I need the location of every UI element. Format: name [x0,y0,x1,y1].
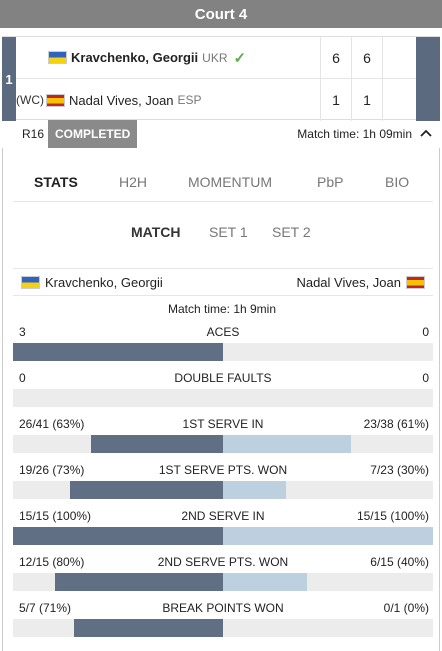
stat-bar-right [223,527,433,545]
stat-bar-left [91,435,223,453]
match-number: 1 [2,37,16,121]
player-row-2: (WC) Nadal Vives, Joan ESP 1 1 [16,79,440,121]
stat-bar-left [13,343,223,361]
ukraine-flag-icon [48,51,67,64]
stat-bar-right [223,481,286,499]
stat-bar-track [13,389,433,407]
set-score-empty [382,79,416,121]
stat-bar-track [13,343,433,361]
score-card[interactable]: 1 Kravchenko, Georgii UKR ✓ 6 6 (WC) Nad… [2,36,440,121]
ukraine-flag-icon [21,275,40,289]
stat-bar-track [13,435,433,453]
stat-bar-track [13,527,433,545]
player-name[interactable]: Kravchenko, Georgii [71,50,198,65]
stat-right-value: 23/38 (61%) [363,417,429,431]
tab-momentum[interactable]: MOMENTUM [188,174,272,190]
score-side-bar [416,79,440,121]
stat-bar-left [13,527,223,545]
stat-right-value: 6/15 (40%) [370,555,429,569]
stat-label: ACES [206,325,240,339]
match-time-stats: Match time: 1h 9min [167,302,277,316]
round-label: R16 [22,127,45,141]
player-row-1: Kravchenko, Georgii UKR ✓ 6 6 [16,36,440,79]
court-header: Court 4 [0,0,442,28]
stat-bar-right [223,573,307,591]
player-country: UKR [202,50,228,65]
player-country: ESP [177,93,202,107]
match-meta: R16 COMPLETED Match time: 1h 09min [2,120,440,148]
spain-flag-icon [45,93,65,107]
player-name[interactable]: Nadal Vives, Joan [69,93,174,108]
set-score: 1 [351,79,382,121]
subtab-bar: MATCH SET 1 SET 2 [3,224,441,248]
subtab-match[interactable]: MATCH [131,224,181,240]
set-score-empty [382,36,416,79]
tab-stats[interactable]: STATS [34,174,78,190]
tab-bio[interactable]: BIO [385,174,409,190]
court-title: Court 4 [194,5,248,23]
status-badge: COMPLETED [48,120,138,148]
tab-pbp[interactable]: PbP [317,174,343,190]
score-side-bar [416,36,440,79]
stat-label: BREAK POINTS WON [162,601,284,615]
stat-bar-right [223,435,351,453]
stats-player-right: Nadal Vives, Joan [296,274,401,290]
set-score: 1 [320,79,351,121]
spain-flag-icon [406,275,425,289]
match-time-header: Match time: 1h 09min [297,127,412,141]
subtab-set-1[interactable]: SET 1 [209,224,248,240]
set-score: 6 [320,36,351,79]
tab-bar: STATS H2H MOMENTUM PbP BIO [13,168,433,202]
stat-right-value: 15/15 (100%) [356,509,429,523]
stats-panel: STATS H2H MOMENTUM PbP BIO MATCH SET 1 S… [2,148,440,651]
player-seed: (WC) [16,93,44,107]
stat-bar-track [13,619,433,637]
stat-bar-left [74,619,223,637]
stat-bar-track [13,481,433,499]
stat-bar-track [13,573,433,591]
stat-right-value: 0 [422,325,429,339]
stat-label: DOUBLE FAULTS [174,371,272,385]
stats-players: Kravchenko, Georgii Nadal Vives, Joan [13,268,433,296]
subtab-set-2[interactable]: SET 2 [272,224,311,240]
stats-player-left: Kravchenko, Georgii [45,274,163,290]
winner-check-icon: ✓ [233,49,247,67]
stat-bar-left [55,573,223,591]
stat-right-value: 0/1 (0%) [383,601,429,615]
stat-right-value: 0 [422,371,429,385]
chevron-up-icon[interactable] [420,126,432,141]
tab-h2h[interactable]: H2H [119,174,147,190]
set-score: 6 [351,36,382,79]
stat-bar-left [70,481,223,499]
stat-right-value: 7/23 (30%) [370,463,429,477]
